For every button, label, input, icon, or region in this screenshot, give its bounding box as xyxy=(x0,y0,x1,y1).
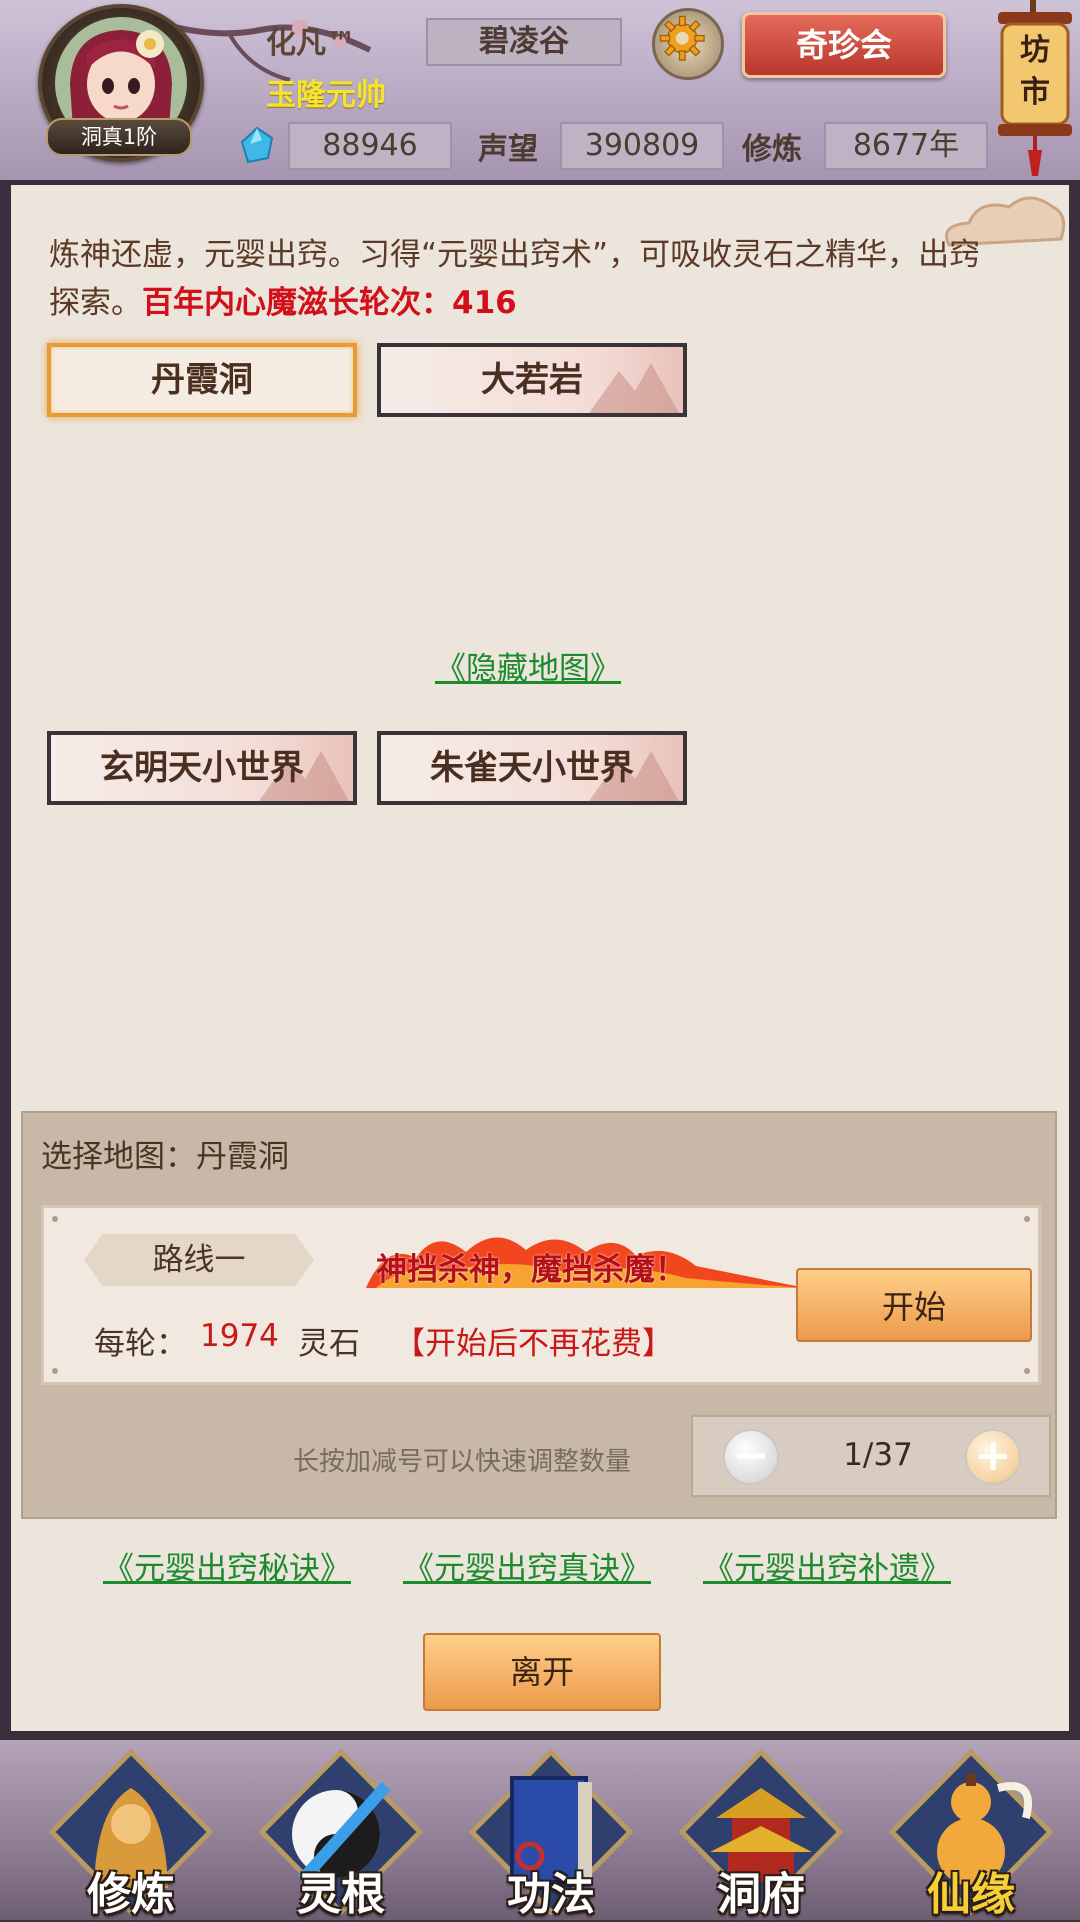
selected-map-label: 选择地图：丹霞洞 xyxy=(41,1139,289,1175)
map-button-xuanming[interactable]: 玄明天小世界 xyxy=(47,731,357,805)
cultivation-label: 修炼 xyxy=(742,132,802,167)
decrease-button[interactable]: − xyxy=(723,1429,779,1485)
leave-button[interactable]: 离开 xyxy=(423,1633,661,1711)
market-lantern-button[interactable]: 坊市 xyxy=(990,0,1080,178)
nav-cave[interactable]: 洞府 xyxy=(676,1748,846,1920)
map-button-zhuque[interactable]: 朱雀天小世界 xyxy=(377,731,687,805)
treasure-shop-button[interactable]: 奇珍会 xyxy=(742,12,946,78)
rivet xyxy=(52,1216,58,1222)
nav-label: 修炼 xyxy=(87,1869,175,1920)
intro-text: 炼神还虚，元婴出窍。习得“元婴出窍术”，可吸收灵石之精华，出窍探索。百年内心魔滋… xyxy=(49,231,1009,327)
nascent-soul-panel: 炼神还虚，元婴出窍。习得“元婴出窍术”，可吸收灵石之精华，出窍探索。百年内心魔滋… xyxy=(8,182,1072,1734)
map-button-danxia[interactable]: 丹霞洞 xyxy=(47,343,357,417)
mountain-icon xyxy=(589,363,679,413)
start-button[interactable]: 开始 xyxy=(796,1268,1032,1342)
player-name: 化凡™ xyxy=(266,26,356,61)
guide-link-true[interactable]: 《元婴出窍真诀》 xyxy=(403,1543,651,1588)
map-button-label: 丹霞洞 xyxy=(151,360,253,400)
settings-gear-icon[interactable] xyxy=(652,8,724,80)
cultivation-value: 8677年 xyxy=(824,122,988,170)
map-button-label: 朱雀天小世界 xyxy=(430,748,634,788)
nav-label: 灵根 xyxy=(297,1869,385,1920)
rivet xyxy=(1024,1216,1030,1222)
bottom-nav: 修炼 灵根 功法 洞府 仙缘 xyxy=(0,1740,1080,1920)
spirit-stone-icon xyxy=(240,126,274,164)
cost-value: 1974 xyxy=(200,1318,279,1354)
nav-cultivate[interactable]: 修炼 xyxy=(46,1748,216,1920)
map-button-daruo[interactable]: 大若岩 xyxy=(377,343,687,417)
route-slogan: 神挡杀神，魔挡杀魔！ xyxy=(376,1252,686,1288)
increase-button[interactable]: + xyxy=(965,1429,1021,1485)
nav-label: 洞府 xyxy=(717,1869,805,1920)
cost-unit: 灵石 xyxy=(298,1326,360,1362)
guide-link-secret[interactable]: 《元婴出窍秘诀》 xyxy=(103,1543,351,1588)
reputation-value: 390809 xyxy=(560,122,724,170)
location-display[interactable]: 碧凌谷 xyxy=(426,18,622,66)
spirit-stone-count: 88946 xyxy=(288,122,452,170)
cost-label: 每轮： xyxy=(94,1326,187,1362)
player-title: 玉隆元帅 xyxy=(266,78,386,113)
map-button-label: 大若岩 xyxy=(481,360,583,400)
route-tag: 路线一 xyxy=(84,1234,314,1286)
nav-label: 功法 xyxy=(507,1869,595,1920)
map-button-label: 玄明天小世界 xyxy=(100,748,304,788)
guide-link-supplement[interactable]: 《元婴出窍补遗》 xyxy=(703,1543,951,1588)
top-header: 洞真1阶 化凡™ 玉隆元帅 碧凌谷 奇珍会 坊市 88946 声望 390809… xyxy=(0,0,1080,180)
quantity-stepper: − 1/37 + xyxy=(691,1415,1051,1497)
map-selection-box: 选择地图：丹霞洞 路线一 神挡杀神，魔挡杀魔！ 开始 每轮： 1974 灵石 【… xyxy=(21,1111,1057,1519)
rank-badge: 洞真1阶 xyxy=(46,118,192,156)
market-label: 坊市 xyxy=(1020,33,1050,110)
route-card: 路线一 神挡杀神，魔挡杀魔！ 开始 每轮： 1974 灵石 【开始后不再花费】 xyxy=(41,1205,1041,1385)
nav-destiny[interactable]: 仙缘 xyxy=(886,1748,1056,1920)
rivet xyxy=(52,1368,58,1374)
quantity-value: 1/37 xyxy=(843,1437,913,1473)
nav-spirit-root[interactable]: 灵根 xyxy=(256,1748,426,1920)
nav-label: 仙缘 xyxy=(927,1869,1015,1920)
reputation-label: 声望 xyxy=(478,132,538,167)
rivet xyxy=(1024,1368,1030,1374)
hidden-map-link[interactable]: 《隐藏地图》 xyxy=(435,643,621,688)
nav-techniques[interactable]: 功法 xyxy=(466,1748,636,1920)
inner-demon-counter: 百年内心魔滋长轮次：416 xyxy=(142,285,517,321)
cost-note: 【开始后不再花费】 xyxy=(394,1326,673,1362)
stepper-hint: 长按加减号可以快速调整数量 xyxy=(293,1447,632,1477)
